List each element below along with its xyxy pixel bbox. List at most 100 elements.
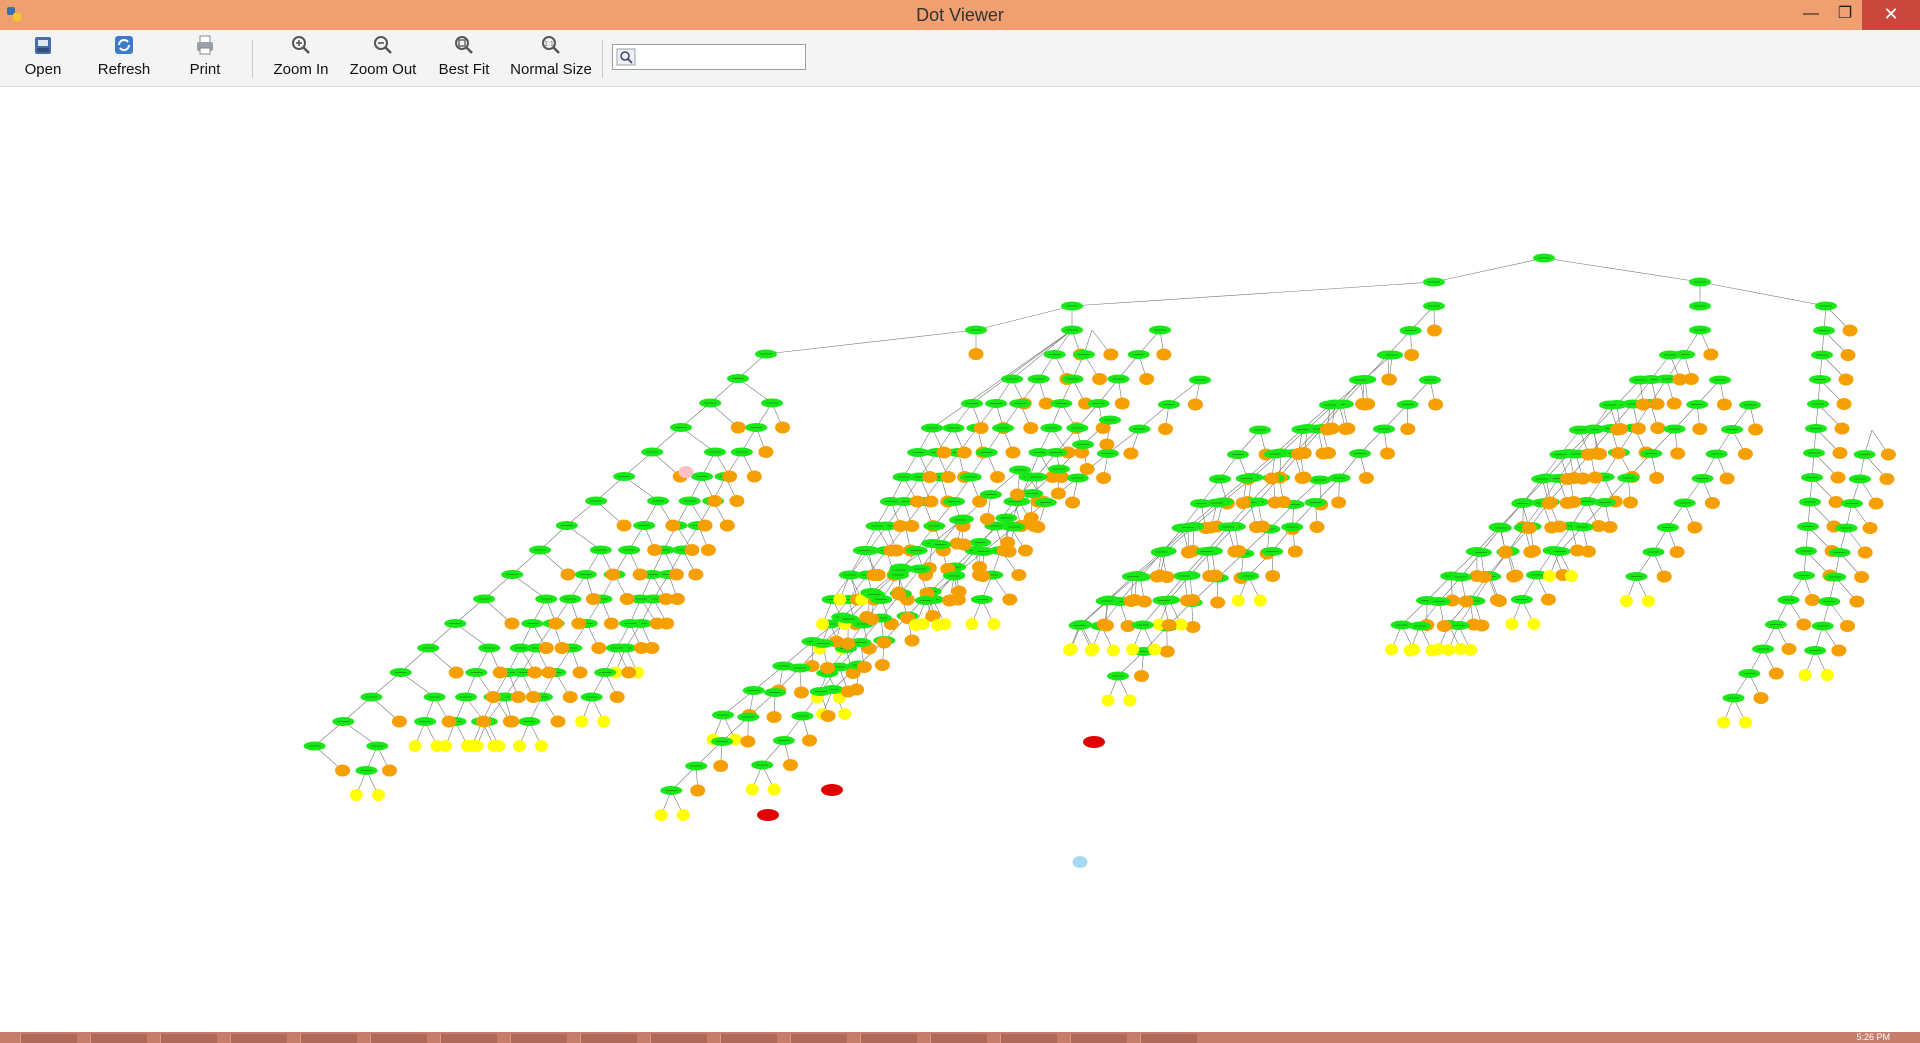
graph-node-leaf[interactable]: [1011, 569, 1027, 581]
graph-node-leaf[interactable]: [1649, 472, 1665, 484]
taskbar-item[interactable]: [440, 1034, 497, 1043]
graph-node-leaf[interactable]: [923, 495, 939, 508]
graph-node-leaf[interactable]: [1879, 473, 1895, 485]
graph-node-leaf[interactable]: [1842, 324, 1858, 337]
graph-node-leaf[interactable]: [492, 666, 508, 679]
graph-node-leaf[interactable]: [1227, 545, 1243, 558]
graph-node-leaf[interactable]: [1753, 692, 1769, 704]
graph-node-leaf[interactable]: [874, 659, 890, 671]
graph-node-leaf[interactable]: [1005, 446, 1021, 459]
graph-canvas[interactable]: [0, 87, 1920, 1032]
graph-node-leaf[interactable]: [1781, 643, 1797, 655]
graph-node-leaf[interactable]: [1748, 423, 1764, 436]
graph-node-leaf[interactable]: [1580, 545, 1596, 558]
zoom-in-button[interactable]: Zoom In: [268, 34, 334, 82]
graph-node-leaf[interactable]: [1002, 593, 1018, 606]
graph-node-leaf[interactable]: [1161, 619, 1177, 631]
graph-node-leaf[interactable]: [1159, 645, 1175, 658]
taskbar-item[interactable]: [370, 1034, 427, 1043]
graph-node-leaf[interactable]: [538, 642, 554, 654]
graph-node-leaf[interactable]: [1687, 521, 1703, 534]
graph-node-leaf[interactable]: [870, 569, 886, 581]
graph-node-leaf[interactable]: [1009, 488, 1025, 501]
taskbar-item[interactable]: [300, 1034, 357, 1043]
graph-node-leaf[interactable]: [1264, 472, 1280, 485]
graph-node-leaf[interactable]: [1331, 496, 1347, 509]
graph-node-leaf[interactable]: [1862, 522, 1878, 534]
graph-node-terminal[interactable]: [430, 740, 444, 752]
graph-node-leaf[interactable]: [605, 568, 621, 581]
graph-node-leaf[interactable]: [1267, 496, 1283, 509]
graph-node-terminal[interactable]: [1543, 570, 1556, 582]
graph-node-leaf[interactable]: [1840, 349, 1856, 361]
normal-size-button[interactable]: 1:1 Normal Size: [508, 34, 594, 82]
taskbar-item[interactable]: [510, 1034, 567, 1043]
close-button[interactable]: ✕: [1862, 0, 1920, 30]
graph-node-leaf[interactable]: [1290, 448, 1306, 460]
graph-node-leaf[interactable]: [1854, 571, 1870, 583]
graph-node-terminal[interactable]: [1798, 669, 1812, 681]
graph-node-leaf[interactable]: [942, 594, 958, 607]
graph-node-leaf[interactable]: [864, 613, 880, 625]
graph-node-leaf[interactable]: [1123, 595, 1139, 607]
graph-node-red[interactable]: [821, 784, 843, 796]
graph-node-leaf[interactable]: [1672, 373, 1688, 386]
graph-node-leaf[interactable]: [572, 666, 588, 679]
graph-node-leaf[interactable]: [1544, 521, 1560, 534]
taskbar-item[interactable]: [230, 1034, 287, 1043]
graph-node-leaf[interactable]: [722, 470, 738, 483]
graph-node-leaf[interactable]: [1079, 463, 1095, 475]
graph-node-leaf[interactable]: [1181, 546, 1197, 558]
graph-node-leaf[interactable]: [527, 666, 543, 679]
graph-node-leaf[interactable]: [1018, 544, 1033, 557]
graph-node-leaf[interactable]: [1092, 373, 1108, 385]
graph-node-leaf[interactable]: [621, 666, 637, 679]
graph-node-leaf[interactable]: [1832, 447, 1848, 459]
graph-node-terminal[interactable]: [654, 809, 668, 821]
graph-node-terminal[interactable]: [1527, 618, 1541, 630]
graph-node-leaf[interactable]: [1541, 497, 1557, 510]
graph-node-leaf[interactable]: [1828, 496, 1844, 508]
graph-node-leaf[interactable]: [730, 421, 746, 434]
graph-node-leaf[interactable]: [1202, 570, 1218, 582]
graph-node-terminal[interactable]: [1403, 644, 1417, 657]
graph-node-leaf[interactable]: [476, 715, 492, 728]
graph-node-leaf[interactable]: [975, 570, 991, 582]
graph-node-leaf[interactable]: [560, 568, 576, 581]
graph-node-leaf[interactable]: [1768, 667, 1784, 680]
graph-node-leaf[interactable]: [892, 520, 908, 532]
graph-node-leaf[interactable]: [1838, 373, 1854, 386]
graph-node-leaf[interactable]: [1610, 423, 1625, 436]
graph-node-leaf[interactable]: [1248, 521, 1264, 533]
taskbar-item[interactable]: [930, 1034, 987, 1043]
graph-node-leaf[interactable]: [441, 715, 457, 728]
graph-node-leaf[interactable]: [1719, 472, 1735, 485]
graph-node-leaf[interactable]: [1704, 497, 1720, 509]
graph-node-terminal[interactable]: [833, 593, 847, 606]
graph-node-leaf[interactable]: [1560, 473, 1576, 485]
graph-node-leaf[interactable]: [1831, 644, 1847, 657]
graph-node-leaf[interactable]: [1427, 324, 1442, 337]
graph-node-leaf[interactable]: [1836, 398, 1852, 410]
graph-node-leaf[interactable]: [1358, 472, 1374, 484]
graph-node-leaf[interactable]: [1235, 497, 1251, 509]
print-button[interactable]: Print: [178, 34, 232, 82]
graph-node-leaf[interactable]: [840, 637, 856, 650]
graph-node-terminal[interactable]: [909, 619, 923, 631]
graph-node-leaf[interactable]: [1868, 497, 1884, 510]
graph-node-leaf[interactable]: [1134, 670, 1149, 682]
graph-node-leaf[interactable]: [1581, 448, 1596, 461]
graph-node-leaf[interactable]: [1065, 496, 1081, 509]
refresh-button[interactable]: Refresh: [92, 34, 156, 82]
graph-node-leaf[interactable]: [1857, 546, 1873, 559]
zoom-out-button[interactable]: Zoom Out: [346, 34, 420, 82]
graph-node-leaf[interactable]: [783, 759, 798, 771]
graph-node-leaf[interactable]: [1692, 423, 1708, 435]
graph-node-terminal[interactable]: [1641, 595, 1655, 607]
graph-node-leaf[interactable]: [1180, 594, 1195, 607]
graph-node-leaf[interactable]: [1716, 398, 1732, 411]
graph-node-leaf[interactable]: [719, 519, 735, 532]
graph-node-leaf[interactable]: [729, 495, 745, 507]
graph-node-leaf[interactable]: [1287, 545, 1303, 558]
graph-node-leaf[interactable]: [1521, 522, 1537, 534]
